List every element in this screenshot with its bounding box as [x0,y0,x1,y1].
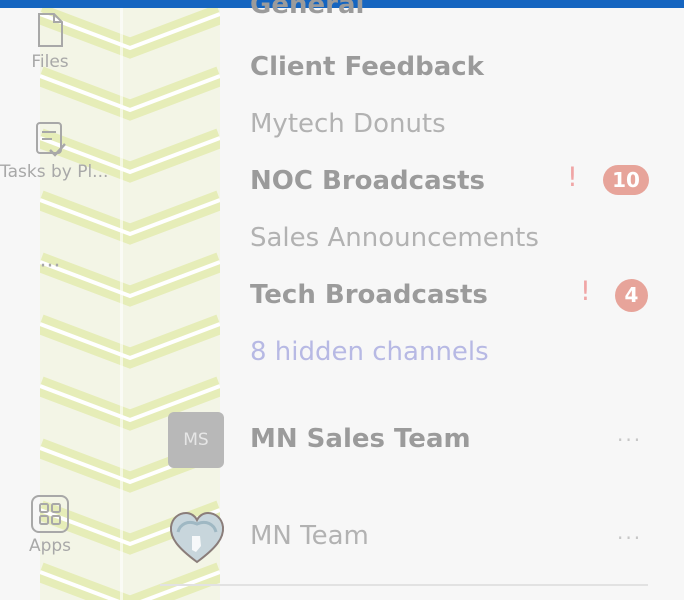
team-mn-team[interactable]: MN Team [250,521,369,551]
divider [160,584,648,586]
channel-mytech-donuts[interactable]: Mytech Donuts [250,109,446,139]
important-icon: ! [567,162,578,193]
heart-avatar-icon [169,511,225,564]
channel-sales-announcements[interactable]: Sales Announcements [250,223,539,253]
channel-general[interactable]: General [250,0,364,20]
unread-badge: 10 [603,165,649,195]
channel-tech-broadcasts[interactable]: Tech Broadcasts [250,280,488,310]
team-mn-sales-team[interactable]: MN Sales Team [250,424,471,454]
team-more-options-button[interactable]: ··· [617,428,642,452]
channel-list: General Client Feedback Mytech Donuts NO… [0,0,684,600]
important-icon: ! [580,276,591,307]
channel-noc-broadcasts[interactable]: NOC Broadcasts [250,166,485,196]
hidden-channels-link[interactable]: 8 hidden channels [250,337,489,367]
team-more-options-button[interactable]: ··· [617,526,642,550]
team-avatar: MS [168,412,224,468]
unread-badge: 4 [615,279,648,312]
channel-client-feedback[interactable]: Client Feedback [250,52,484,82]
